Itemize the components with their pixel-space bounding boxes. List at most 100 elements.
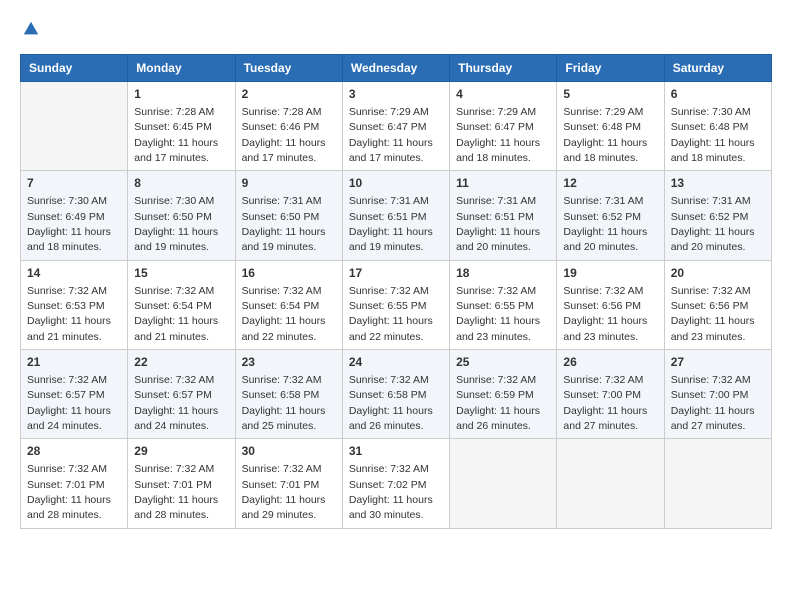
weekday-header-sunday: Sunday [21, 55, 128, 82]
day-number: 1 [134, 86, 228, 103]
logo [20, 20, 40, 38]
calendar-cell: 25 Sunrise: 7:32 AMSunset: 6:59 PMDaylig… [450, 350, 557, 439]
day-number: 17 [349, 265, 443, 282]
day-number: 20 [671, 265, 765, 282]
calendar-cell: 18 Sunrise: 7:32 AMSunset: 6:55 PMDaylig… [450, 260, 557, 349]
day-info: Sunrise: 7:32 AMSunset: 6:54 PMDaylight:… [242, 285, 326, 343]
day-number: 21 [27, 354, 121, 371]
calendar-week-row: 28 Sunrise: 7:32 AMSunset: 7:01 PMDaylig… [21, 439, 772, 528]
day-info: Sunrise: 7:32 AMSunset: 6:55 PMDaylight:… [349, 285, 433, 343]
calendar-cell: 22 Sunrise: 7:32 AMSunset: 6:57 PMDaylig… [128, 350, 235, 439]
calendar-cell: 24 Sunrise: 7:32 AMSunset: 6:58 PMDaylig… [342, 350, 449, 439]
calendar-cell: 21 Sunrise: 7:32 AMSunset: 6:57 PMDaylig… [21, 350, 128, 439]
day-number: 10 [349, 175, 443, 192]
day-info: Sunrise: 7:31 AMSunset: 6:50 PMDaylight:… [242, 195, 326, 253]
calendar-cell: 31 Sunrise: 7:32 AMSunset: 7:02 PMDaylig… [342, 439, 449, 528]
day-number: 26 [563, 354, 657, 371]
day-number: 15 [134, 265, 228, 282]
day-info: Sunrise: 7:32 AMSunset: 7:00 PMDaylight:… [671, 374, 755, 432]
calendar-cell: 11 Sunrise: 7:31 AMSunset: 6:51 PMDaylig… [450, 171, 557, 260]
day-info: Sunrise: 7:32 AMSunset: 6:54 PMDaylight:… [134, 285, 218, 343]
calendar-cell: 10 Sunrise: 7:31 AMSunset: 6:51 PMDaylig… [342, 171, 449, 260]
calendar-cell: 29 Sunrise: 7:32 AMSunset: 7:01 PMDaylig… [128, 439, 235, 528]
day-info: Sunrise: 7:30 AMSunset: 6:50 PMDaylight:… [134, 195, 218, 253]
calendar-week-row: 7 Sunrise: 7:30 AMSunset: 6:49 PMDayligh… [21, 171, 772, 260]
calendar-cell: 17 Sunrise: 7:32 AMSunset: 6:55 PMDaylig… [342, 260, 449, 349]
calendar-cell: 16 Sunrise: 7:32 AMSunset: 6:54 PMDaylig… [235, 260, 342, 349]
day-number: 12 [563, 175, 657, 192]
day-info: Sunrise: 7:29 AMSunset: 6:47 PMDaylight:… [456, 106, 540, 164]
logo-icon [22, 20, 40, 38]
day-number: 2 [242, 86, 336, 103]
day-info: Sunrise: 7:31 AMSunset: 6:52 PMDaylight:… [563, 195, 647, 253]
calendar-cell: 13 Sunrise: 7:31 AMSunset: 6:52 PMDaylig… [664, 171, 771, 260]
day-info: Sunrise: 7:32 AMSunset: 6:56 PMDaylight:… [671, 285, 755, 343]
day-number: 13 [671, 175, 765, 192]
calendar-cell: 4 Sunrise: 7:29 AMSunset: 6:47 PMDayligh… [450, 82, 557, 171]
day-number: 24 [349, 354, 443, 371]
weekday-header-row: SundayMondayTuesdayWednesdayThursdayFrid… [21, 55, 772, 82]
day-info: Sunrise: 7:31 AMSunset: 6:52 PMDaylight:… [671, 195, 755, 253]
calendar-cell: 3 Sunrise: 7:29 AMSunset: 6:47 PMDayligh… [342, 82, 449, 171]
calendar-cell [664, 439, 771, 528]
day-number: 31 [349, 443, 443, 460]
calendar-cell: 2 Sunrise: 7:28 AMSunset: 6:46 PMDayligh… [235, 82, 342, 171]
calendar-cell: 7 Sunrise: 7:30 AMSunset: 6:49 PMDayligh… [21, 171, 128, 260]
day-info: Sunrise: 7:32 AMSunset: 6:56 PMDaylight:… [563, 285, 647, 343]
day-info: Sunrise: 7:30 AMSunset: 6:48 PMDaylight:… [671, 106, 755, 164]
day-info: Sunrise: 7:32 AMSunset: 7:00 PMDaylight:… [563, 374, 647, 432]
calendar-cell: 15 Sunrise: 7:32 AMSunset: 6:54 PMDaylig… [128, 260, 235, 349]
calendar-cell: 28 Sunrise: 7:32 AMSunset: 7:01 PMDaylig… [21, 439, 128, 528]
day-number: 3 [349, 86, 443, 103]
day-info: Sunrise: 7:32 AMSunset: 6:58 PMDaylight:… [242, 374, 326, 432]
day-number: 5 [563, 86, 657, 103]
weekday-header-thursday: Thursday [450, 55, 557, 82]
day-number: 28 [27, 443, 121, 460]
calendar-cell: 1 Sunrise: 7:28 AMSunset: 6:45 PMDayligh… [128, 82, 235, 171]
day-number: 27 [671, 354, 765, 371]
day-info: Sunrise: 7:32 AMSunset: 6:57 PMDaylight:… [134, 374, 218, 432]
weekday-header-friday: Friday [557, 55, 664, 82]
calendar-cell: 6 Sunrise: 7:30 AMSunset: 6:48 PMDayligh… [664, 82, 771, 171]
day-number: 19 [563, 265, 657, 282]
calendar-week-row: 14 Sunrise: 7:32 AMSunset: 6:53 PMDaylig… [21, 260, 772, 349]
day-info: Sunrise: 7:32 AMSunset: 6:57 PMDaylight:… [27, 374, 111, 432]
day-number: 9 [242, 175, 336, 192]
day-number: 8 [134, 175, 228, 192]
day-info: Sunrise: 7:32 AMSunset: 7:02 PMDaylight:… [349, 463, 433, 521]
calendar-cell: 30 Sunrise: 7:32 AMSunset: 7:01 PMDaylig… [235, 439, 342, 528]
page-header [20, 20, 772, 38]
day-number: 7 [27, 175, 121, 192]
day-info: Sunrise: 7:30 AMSunset: 6:49 PMDaylight:… [27, 195, 111, 253]
day-number: 22 [134, 354, 228, 371]
day-info: Sunrise: 7:32 AMSunset: 7:01 PMDaylight:… [27, 463, 111, 521]
day-number: 30 [242, 443, 336, 460]
day-number: 23 [242, 354, 336, 371]
weekday-header-saturday: Saturday [664, 55, 771, 82]
calendar-cell [557, 439, 664, 528]
day-info: Sunrise: 7:32 AMSunset: 7:01 PMDaylight:… [134, 463, 218, 521]
calendar-cell: 27 Sunrise: 7:32 AMSunset: 7:00 PMDaylig… [664, 350, 771, 439]
day-info: Sunrise: 7:32 AMSunset: 7:01 PMDaylight:… [242, 463, 326, 521]
day-number: 29 [134, 443, 228, 460]
calendar-cell: 5 Sunrise: 7:29 AMSunset: 6:48 PMDayligh… [557, 82, 664, 171]
day-number: 25 [456, 354, 550, 371]
day-number: 16 [242, 265, 336, 282]
day-number: 11 [456, 175, 550, 192]
calendar-week-row: 1 Sunrise: 7:28 AMSunset: 6:45 PMDayligh… [21, 82, 772, 171]
calendar-cell [21, 82, 128, 171]
calendar-week-row: 21 Sunrise: 7:32 AMSunset: 6:57 PMDaylig… [21, 350, 772, 439]
day-number: 4 [456, 86, 550, 103]
calendar-cell: 19 Sunrise: 7:32 AMSunset: 6:56 PMDaylig… [557, 260, 664, 349]
day-info: Sunrise: 7:31 AMSunset: 6:51 PMDaylight:… [349, 195, 433, 253]
calendar-cell [450, 439, 557, 528]
calendar-cell: 8 Sunrise: 7:30 AMSunset: 6:50 PMDayligh… [128, 171, 235, 260]
calendar-cell: 9 Sunrise: 7:31 AMSunset: 6:50 PMDayligh… [235, 171, 342, 260]
calendar-cell: 23 Sunrise: 7:32 AMSunset: 6:58 PMDaylig… [235, 350, 342, 439]
day-info: Sunrise: 7:28 AMSunset: 6:45 PMDaylight:… [134, 106, 218, 164]
weekday-header-wednesday: Wednesday [342, 55, 449, 82]
day-info: Sunrise: 7:32 AMSunset: 6:55 PMDaylight:… [456, 285, 540, 343]
day-info: Sunrise: 7:32 AMSunset: 6:53 PMDaylight:… [27, 285, 111, 343]
day-info: Sunrise: 7:32 AMSunset: 6:59 PMDaylight:… [456, 374, 540, 432]
day-info: Sunrise: 7:29 AMSunset: 6:47 PMDaylight:… [349, 106, 433, 164]
